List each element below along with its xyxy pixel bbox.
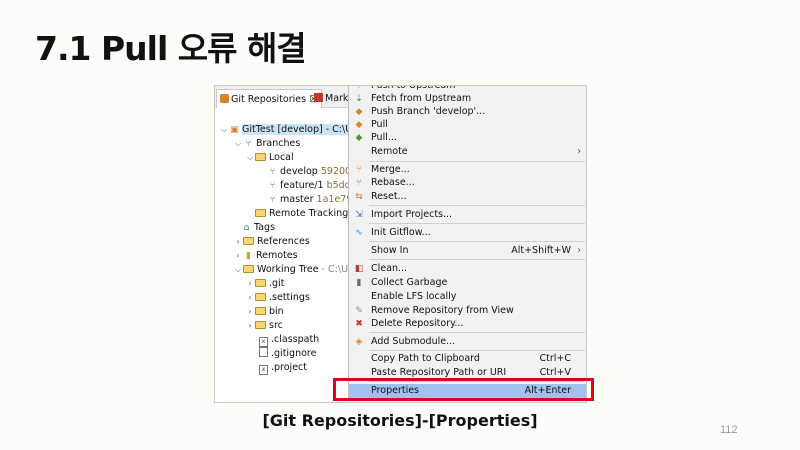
menu-item-add-submodule[interactable]: ◈ Add Submodule...: [349, 335, 586, 349]
slide-caption: [Git Repositories]-[Properties]: [262, 411, 538, 430]
folder-icon: [255, 293, 266, 301]
tab-markers[interactable]: Mark: [311, 89, 349, 108]
tree-item-remote-tracking[interactable]: Remote Tracking: [255, 207, 348, 221]
git-repositories-view: Git Repositories ☒ Mark ⌵ ▣ GitTest [devel…: [215, 86, 349, 402]
menu-item-pull[interactable]: ◆ Pull: [349, 118, 586, 132]
pull-icon: ◆: [355, 133, 363, 143]
chevron-right-icon: ›: [236, 237, 240, 246]
tab-git-repositories[interactable]: Git Repositories ☒: [216, 89, 322, 108]
eclipse-screenshot: Git Repositories ☒ Mark ⌵ ▣ GitTest [devel…: [214, 85, 587, 403]
menu-item-push-branch[interactable]: ◆ Push Branch 'develop'...: [349, 105, 586, 119]
branches-icon: ⑂: [245, 139, 252, 149]
branch-checked-out-icon: ⑂: [269, 167, 276, 177]
menu-item-clean[interactable]: ◧ Clean...: [349, 262, 586, 276]
tree-item-branches[interactable]: ⌵ ⑂ Branches: [233, 137, 300, 151]
folder-icon: [255, 307, 266, 315]
tree-item-remotes[interactable]: › ▮ Remotes: [233, 249, 297, 263]
chevron-right-icon: ›: [577, 245, 581, 256]
properties-highlight-box: [333, 378, 594, 401]
tree-item-project[interactable]: x .project: [259, 361, 307, 375]
merge-icon: ⑂: [356, 165, 362, 175]
tag-icon: ⌂: [243, 223, 250, 233]
reset-icon: ⇆: [355, 192, 363, 202]
menu-separator: [369, 223, 585, 224]
git-repo-icon: [220, 94, 229, 103]
gitflow-icon: ∿: [355, 228, 363, 238]
submodule-icon: ◈: [355, 337, 363, 347]
chevron-right-icon: ›: [248, 293, 252, 302]
clean-icon: ◧: [354, 264, 364, 274]
folder-icon: [255, 321, 266, 329]
tree-item-classpath[interactable]: x .classpath: [259, 333, 319, 347]
tree-item-working-tree[interactable]: ⌵Working Tree - C:\Us: [233, 263, 349, 277]
tree-item-src[interactable]: › src: [245, 319, 282, 333]
git-repo-icon: ▣: [230, 125, 239, 135]
menu-item-remove-repository[interactable]: ✎ Remove Repository from View: [349, 304, 586, 318]
chevron-down-icon: ⌵: [246, 153, 254, 162]
menu-item-delete-repository[interactable]: ✖ Delete Repository...: [349, 317, 586, 331]
tree-item-git[interactable]: › .git: [245, 277, 284, 291]
xml-file-icon: x: [259, 337, 268, 347]
push-branch-icon: ◆: [355, 107, 363, 117]
menu-item-merge[interactable]: ⑂ Merge...: [349, 163, 586, 177]
file-icon: [259, 347, 268, 357]
chevron-right-icon: ›: [248, 307, 252, 316]
context-menu: ⇡ Push to Upstream ⇣ Fetch from Upstream ◆…: [348, 86, 586, 402]
chevron-right-icon: ›: [248, 279, 252, 288]
menu-separator: [369, 332, 585, 333]
menu-item-reset[interactable]: ⇆ Reset...: [349, 190, 586, 204]
chevron-down-icon: ⌵: [234, 265, 242, 274]
tree-item-feature[interactable]: ⑂feature/1 b5dd9: [267, 179, 349, 193]
menu-separator: [369, 161, 585, 162]
view-tab-bar: Git Repositories ☒ Mark: [215, 86, 349, 108]
tree-item-settings[interactable]: › .settings: [245, 291, 310, 305]
chevron-down-icon: ⌵: [234, 139, 242, 148]
rebase-icon: ⑂: [356, 178, 362, 188]
menu-item-pull-dots[interactable]: ◆ Pull...: [349, 131, 586, 145]
tree-item-repo[interactable]: ⌵ ▣ GitTest [develop] - C:\Us: [219, 123, 349, 137]
page-number: 112: [720, 424, 738, 436]
folder-icon: [243, 265, 254, 273]
tree-item-develop[interactable]: ⑂develop 592001(: [267, 165, 349, 179]
markers-icon: [314, 93, 323, 102]
folder-icon: [255, 209, 266, 217]
chevron-right-icon: ›: [577, 146, 581, 157]
folder-icon: [243, 237, 254, 245]
garbage-icon: ▮: [356, 278, 362, 288]
chevron-down-icon: ⌵: [220, 125, 228, 134]
pull-icon: ◆: [355, 120, 363, 130]
menu-item-show-in[interactable]: Show In Alt+Shift+W ›: [349, 244, 586, 258]
slide-title: 7.1 Pull 오류 해결: [35, 29, 307, 68]
menu-item-fetch-upstream[interactable]: ⇣ Fetch from Upstream: [349, 92, 586, 106]
menu-separator: [369, 241, 585, 242]
remotes-icon: ▮: [246, 251, 251, 261]
tree-item-bin[interactable]: › bin: [245, 305, 283, 319]
menu-item-import-projects[interactable]: ⇲ Import Projects...: [349, 208, 586, 222]
remove-icon: ✎: [355, 306, 363, 316]
menu-item-enable-lfs[interactable]: Enable LFS locally: [349, 290, 586, 304]
menu-item-copy-path[interactable]: Copy Path to Clipboard Ctrl+C: [349, 352, 586, 366]
menu-separator: [369, 259, 585, 260]
tree-item-gitignore[interactable]: .gitignore: [259, 347, 316, 361]
menu-item-init-gitflow[interactable]: ∿ Init Gitflow...: [349, 226, 586, 240]
menu-item-rebase[interactable]: ⑂ Rebase...: [349, 176, 586, 190]
tree-item-master[interactable]: ⑂master 1a1e79e: [267, 193, 349, 207]
menu-item-collect-garbage[interactable]: ▮ Collect Garbage: [349, 276, 586, 290]
tree-item-references[interactable]: › References: [233, 235, 309, 249]
branch-icon: ⑂: [269, 181, 276, 191]
chevron-right-icon: ›: [248, 321, 252, 330]
tree-item-tags[interactable]: ⌂ Tags: [241, 221, 275, 235]
menu-item-remote[interactable]: Remote ›: [349, 145, 586, 159]
folder-icon: [255, 279, 266, 287]
branch-icon: ⑂: [269, 195, 276, 205]
import-icon: ⇲: [355, 210, 363, 220]
fetch-icon: ⇣: [355, 94, 363, 104]
chevron-right-icon: ›: [236, 251, 240, 260]
xml-file-icon: x: [259, 365, 268, 375]
tree-item-local[interactable]: ⌵ Local: [245, 151, 294, 165]
delete-icon: ✖: [355, 319, 363, 329]
menu-separator: [369, 350, 585, 351]
menu-separator: [369, 205, 585, 206]
folder-icon: [255, 153, 266, 161]
